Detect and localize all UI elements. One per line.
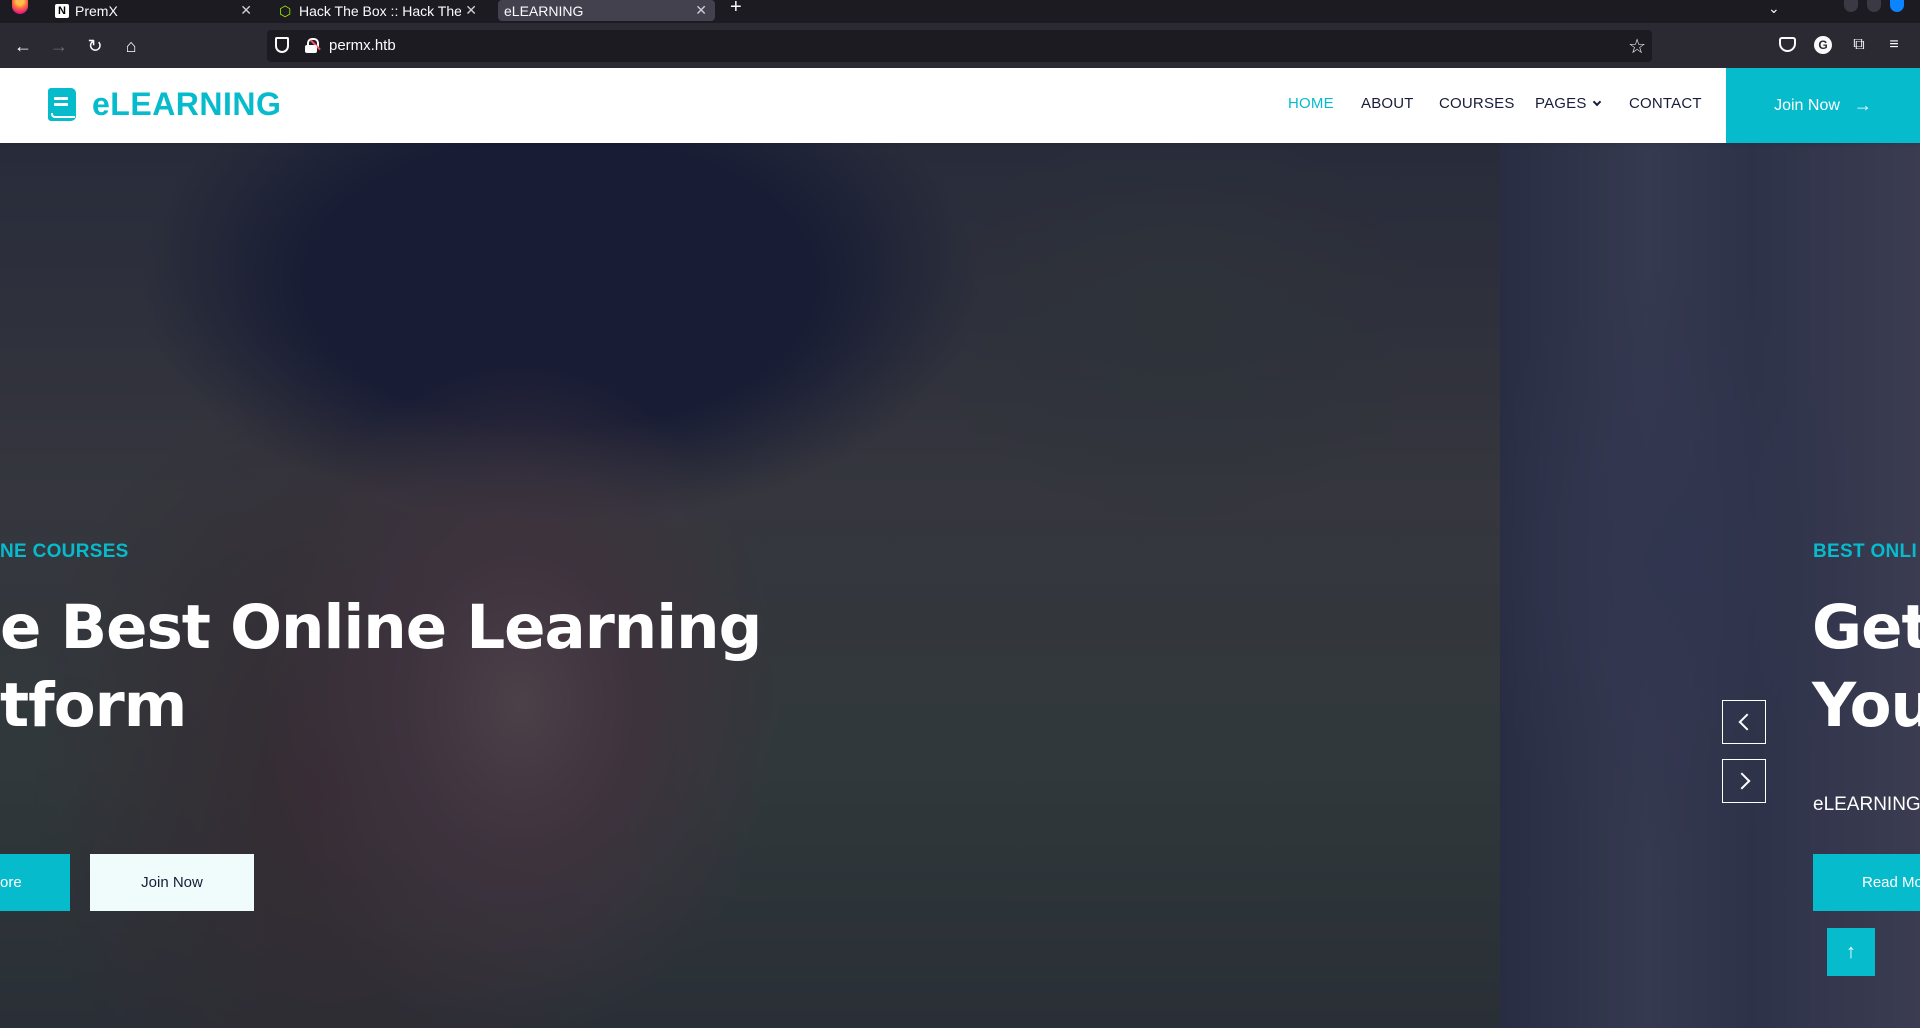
nav-item-pages-label: PAGES [1535,95,1587,112]
close-icon[interactable]: ✕ [240,2,252,19]
tab-premx[interactable]: N PremX ✕ [55,0,260,21]
chevron-down-icon[interactable]: ⌄ [1768,0,1780,17]
firefox-icon[interactable] [12,0,28,14]
browser-toolbar: ← → ↻ ⌂ permx.htb ☆ G ⧉ ≡ [0,23,1920,68]
carousel-next-button[interactable] [1722,759,1766,803]
site-logo[interactable]: eLEARNING [48,86,281,123]
tab-elearning[interactable]: eLEARNING ✕ [498,0,715,21]
nav-item-contact[interactable]: CONTACT [1629,95,1702,112]
home-icon[interactable]: ⌂ [118,33,144,59]
slide-kicker: BEST ONLI [1813,541,1918,562]
slide-subtext: eLEARNING [1813,794,1920,815]
browser-tab-strip: N PremX ✕ ⬡ Hack The Box :: Hack The ✕ e… [0,0,1920,23]
book-icon [48,88,76,121]
site-navbar: eLEARNING HOME ABOUT COURSES PAGES CONTA… [0,68,1920,143]
join-now-hero-button[interactable]: Join Now [90,854,254,911]
tab-hackthebox[interactable]: ⬡ Hack The Box :: Hack The ✕ [279,0,485,21]
tracking-protection-shield-icon[interactable] [275,37,289,53]
webpage-viewport: eLEARNING HOME ABOUT COURSES PAGES CONTA… [0,68,1920,1028]
nav-item-courses[interactable]: COURSES [1439,95,1515,112]
chevron-down-icon [1592,97,1601,107]
address-bar[interactable]: permx.htb ☆ [267,30,1652,62]
tab-title: Hack The Box :: Hack The [299,2,461,19]
bookmark-star-icon[interactable]: ☆ [1628,34,1646,59]
pocket-icon[interactable] [1779,37,1796,52]
carousel-prev-button[interactable] [1722,700,1766,744]
join-now-button[interactable]: Join Now → [1726,68,1920,143]
back-arrow-icon[interactable]: ← [10,33,36,59]
hackthebox-icon: ⬡ [279,2,292,19]
url-text[interactable]: permx.htb [329,37,396,54]
account-icon[interactable]: G [1814,36,1832,54]
new-tab-icon[interactable]: + [730,0,742,17]
tab-title: PremX [75,2,118,19]
slide-headline-line2: You [1812,670,1920,741]
arrow-up-icon: ↑ [1846,940,1856,963]
tab-title: eLEARNING [504,2,584,19]
read-more-button[interactable]: Read Mo [1813,854,1920,911]
forward-arrow-icon[interactable]: → [46,33,72,59]
slide-headline-line2: tform [0,670,187,741]
arrow-right-icon: → [1853,95,1872,115]
extensions-icon[interactable]: ⧉ [1849,35,1869,55]
close-window-icon[interactable] [1890,0,1904,12]
chevron-left-icon [1738,713,1755,731]
nav-item-pages[interactable]: PAGES [1535,95,1601,112]
hero-carousel[interactable]: NE COURSES e Best Online Learning tform … [0,143,1920,1028]
nav-item-about[interactable]: ABOUT [1361,95,1414,112]
minimize-window-icon[interactable] [1844,0,1858,12]
reload-icon[interactable]: ↻ [82,33,108,59]
close-icon[interactable]: ✕ [695,2,707,19]
slide-kicker: NE COURSES [0,541,129,562]
close-icon[interactable]: ✕ [465,2,477,19]
hamburger-menu-icon[interactable]: ≡ [1884,35,1904,55]
nav-item-home[interactable]: HOME [1288,95,1334,112]
slide-headline-line1: e Best Online Learning [0,592,762,663]
join-now-label: Join Now [1774,96,1840,114]
brand-name: eLEARNING [92,86,282,122]
chevron-right-icon [1733,772,1750,790]
notion-icon: N [55,3,69,18]
maximize-window-icon[interactable] [1867,0,1881,12]
back-to-top-button[interactable]: ↑ [1827,928,1875,976]
read-more-button[interactable]: ore [0,854,70,911]
insecure-lock-icon[interactable] [305,38,321,53]
slide-headline-line1: Get [1812,592,1920,663]
